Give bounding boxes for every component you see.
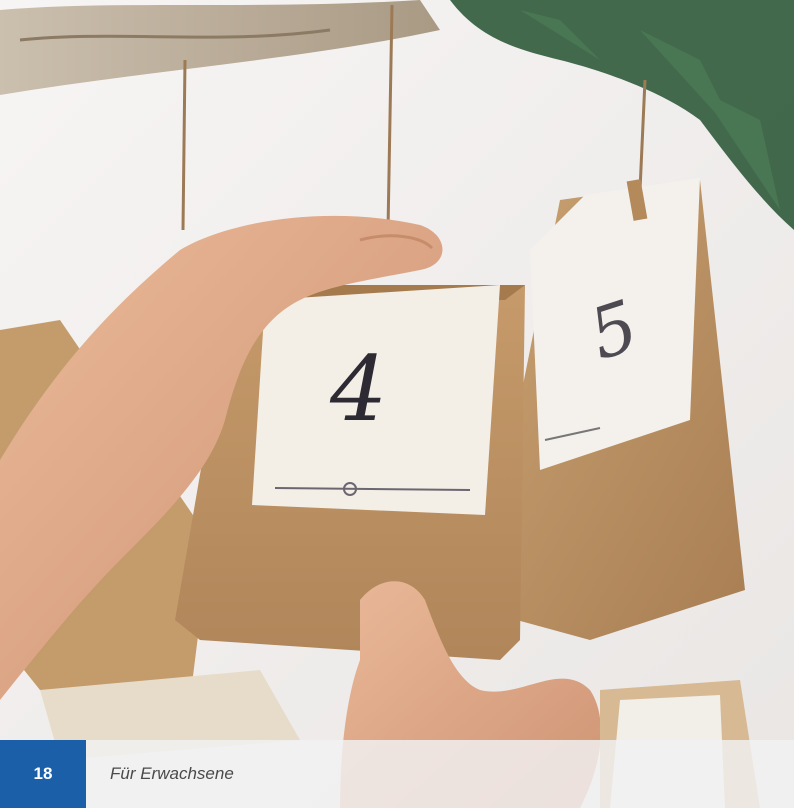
svg-text:4: 4	[329, 337, 387, 442]
page-number-badge: 18	[0, 740, 86, 808]
advent-calendar-photo: 5 4	[0, 0, 794, 808]
section-title: Für Erwachsene	[110, 764, 234, 783]
